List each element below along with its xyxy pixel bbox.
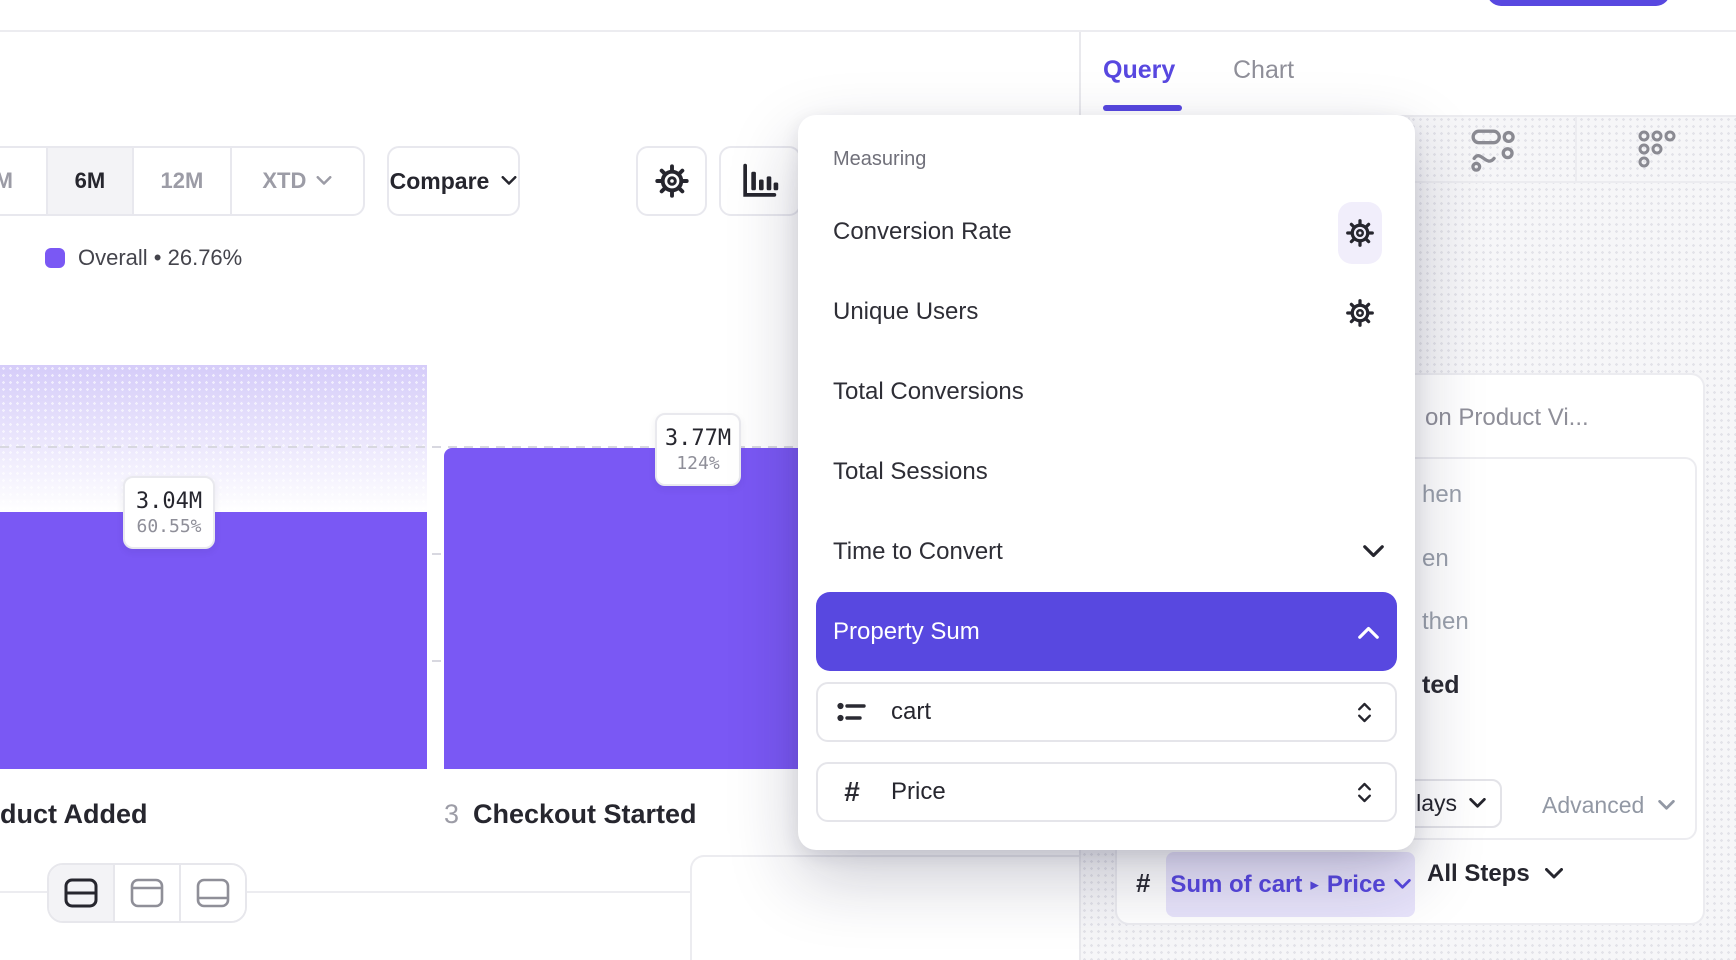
breadcrumb-arrow-icon: ▸ <box>1310 875 1319 895</box>
chevron-down-icon <box>1545 868 1563 880</box>
step-number-3: 3 <box>444 799 459 830</box>
all-steps-dropdown[interactable]: All Steps <box>1427 860 1563 888</box>
tab-query[interactable]: Query <box>1103 56 1175 85</box>
split-bottom-icon <box>196 878 230 908</box>
dots-grid-icon <box>1637 129 1677 169</box>
step-row-text: then <box>1422 608 1469 636</box>
select-arrows-icon <box>1356 699 1373 726</box>
menu-item-conversion-rate[interactable]: Conversion Rate <box>833 218 1012 246</box>
layout-toggle-group <box>47 863 247 923</box>
range-button-prev[interactable]: M <box>0 148 48 214</box>
menu-item-time-to-convert[interactable]: Time to Convert <box>833 538 1003 566</box>
step-row-text: en <box>1422 545 1449 573</box>
split-top-icon <box>130 878 164 908</box>
gear-icon <box>1345 298 1375 328</box>
compare-button[interactable]: Compare <box>387 146 520 216</box>
hash-icon: # <box>837 776 867 808</box>
select-arrows-icon <box>1356 779 1373 806</box>
chevron-up-icon <box>1358 625 1379 639</box>
measuring-dropdown: Measuring Conversion Rate Unique Users T… <box>798 115 1415 850</box>
funnel-trends-icon <box>1470 126 1516 172</box>
legend-label: Overall • 26.76% <box>78 245 242 271</box>
primary-action-button[interactable] <box>1487 0 1670 6</box>
funnel-trends-button[interactable] <box>1410 117 1575 181</box>
layout-top-panel-button[interactable] <box>115 865 181 921</box>
chevron-down-icon <box>1469 798 1486 809</box>
bottom-section-card <box>690 855 1079 960</box>
step-row-event-text: ted <box>1422 671 1460 700</box>
gear-icon <box>1345 218 1375 248</box>
range-button-xtd[interactable]: XTD <box>232 148 363 214</box>
split-horizontal-icon <box>64 878 98 908</box>
chevron-down-icon <box>1394 879 1411 890</box>
chevron-down-icon[interactable] <box>1363 545 1384 559</box>
date-range-segmented-control: M 6M 12M XTD <box>0 146 365 216</box>
list-icon <box>837 699 867 725</box>
measured-as-hash: # <box>1136 868 1150 899</box>
breakdown-button[interactable] <box>1577 117 1736 181</box>
funnel-bar-2[interactable] <box>444 448 810 769</box>
menu-item-total-sessions[interactable]: Total Sessions <box>833 458 988 486</box>
layout-bottom-panel-button[interactable] <box>181 865 245 921</box>
chart-type-button[interactable] <box>719 146 801 216</box>
chevron-down-icon <box>501 176 517 186</box>
gear-icon <box>654 163 690 199</box>
bar-1-value-label: 3.04M 60.55% <box>123 476 215 549</box>
menu-item-property-sum-selected[interactable]: Property Sum <box>816 592 1397 671</box>
bar-2-value-label: 3.77M 124% <box>655 413 741 486</box>
query-step-card-title: on Product Vi... <box>1425 404 1589 432</box>
legend-swatch <box>45 248 65 268</box>
unique-users-settings-button[interactable] <box>1345 298 1375 328</box>
advanced-dropdown[interactable]: Advanced <box>1542 792 1675 819</box>
menu-item-total-conversions[interactable]: Total Conversions <box>833 378 1024 406</box>
top-bar <box>0 0 1736 32</box>
layout-split-horizontal-button[interactable] <box>49 865 115 921</box>
property-sum-chip[interactable]: Sum of cart ▸ Price <box>1166 852 1415 917</box>
menu-item-unique-users[interactable]: Unique Users <box>833 298 978 326</box>
chevron-down-icon <box>1658 800 1675 811</box>
range-button-6m[interactable]: 6M <box>48 148 135 214</box>
chart-settings-button[interactable] <box>636 146 707 216</box>
measuring-title: Measuring <box>833 148 926 171</box>
bar-chart-icon <box>739 161 779 201</box>
range-button-12m[interactable]: 12M <box>134 148 232 214</box>
step-row-text: hen <box>1422 481 1462 509</box>
funnel-bar-1[interactable] <box>0 512 427 769</box>
legend: Overall • 26.76% <box>45 245 242 271</box>
step-label-product-added: duct Added <box>0 799 148 830</box>
tab-query-active-underline <box>1103 105 1182 111</box>
conversion-rate-settings-button[interactable] <box>1338 202 1382 264</box>
tab-chart[interactable]: Chart <box>1233 56 1294 85</box>
property-select[interactable]: cart <box>816 682 1397 742</box>
chevron-down-icon <box>316 176 332 186</box>
value-property-select[interactable]: # Price <box>816 762 1397 822</box>
step-label-checkout-started: Checkout Started <box>473 799 697 830</box>
